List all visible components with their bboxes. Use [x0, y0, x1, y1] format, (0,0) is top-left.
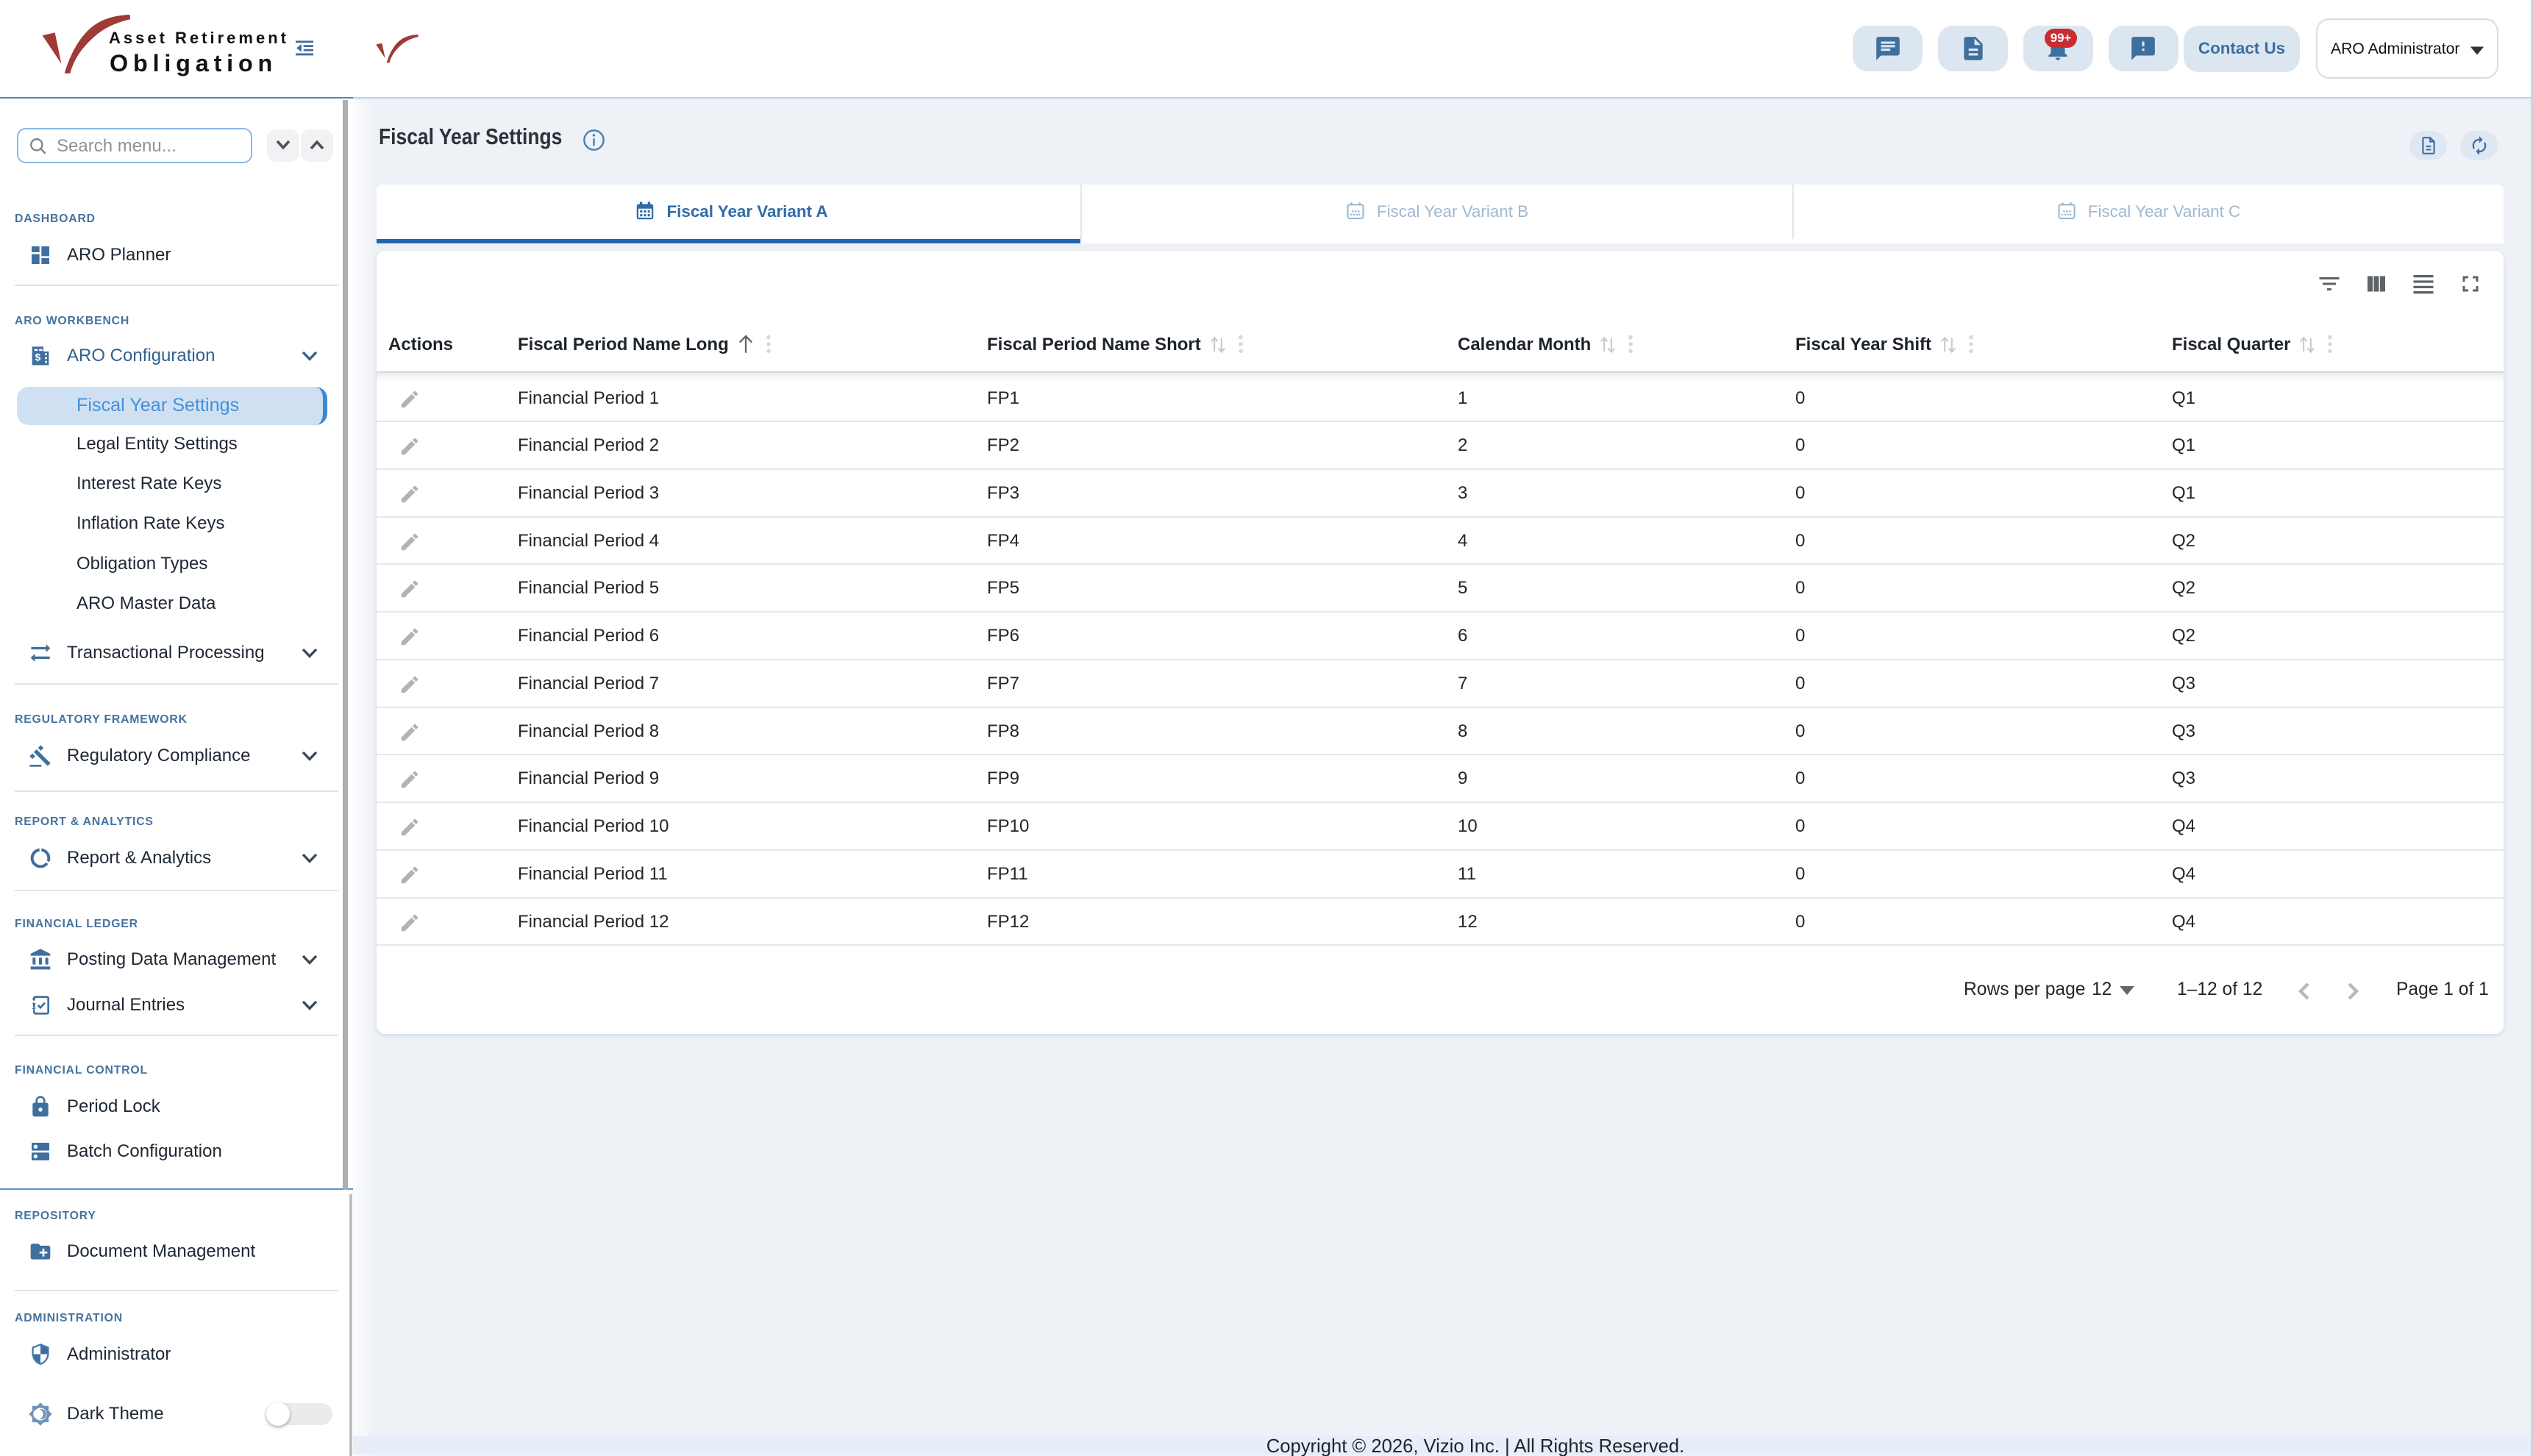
svg-text:$: $	[35, 351, 41, 363]
